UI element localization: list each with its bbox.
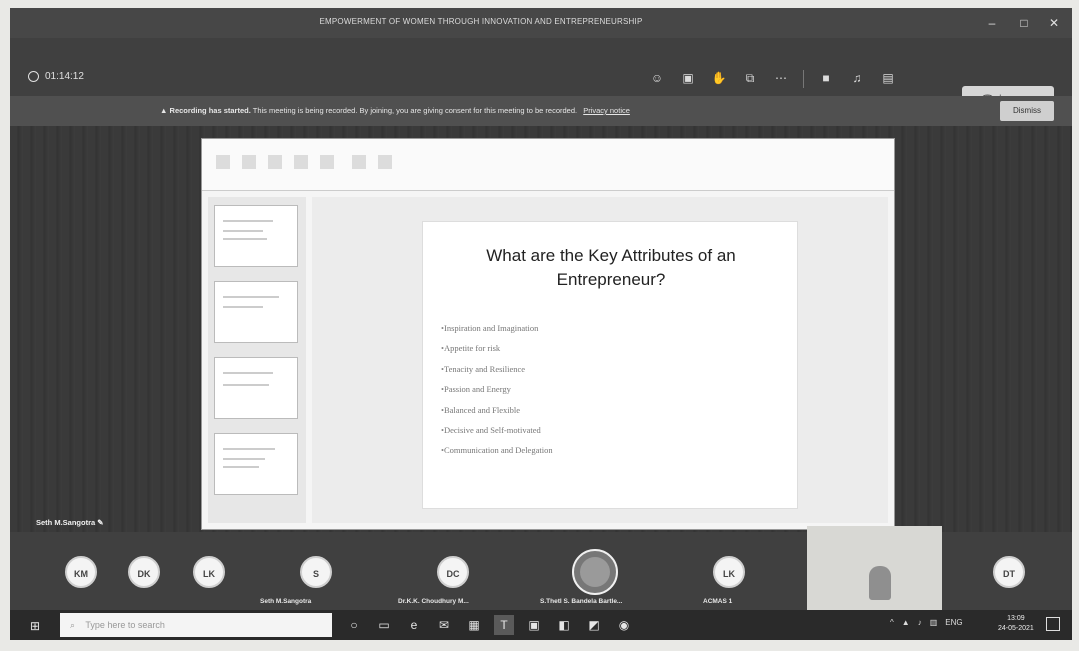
banner-title: Recording has started. <box>169 106 251 115</box>
network-icon[interactable]: ▲ <box>902 618 910 627</box>
bullet-item: Inspiration and Imagination <box>441 318 553 338</box>
meeting-timer: 01:14:12 <box>28 71 84 82</box>
mail-icon[interactable]: ✉ <box>434 615 454 635</box>
cortana-icon[interactable]: ○ <box>344 615 364 635</box>
lock-icon[interactable]: ▣ <box>524 615 544 635</box>
edge-icon[interactable]: e <box>404 615 424 635</box>
slide-title: What are the Key Attributes of an Entrep… <box>486 246 736 289</box>
chat-icon[interactable]: ▣ <box>679 70 697 86</box>
participant-avatar[interactable]: S <box>300 556 332 588</box>
minimize-button[interactable]: – <box>978 12 1006 34</box>
current-slide: What are the Key Attributes of an Entrep… <box>422 221 798 509</box>
title-bar: EMPOWERMENT OF WOMEN THROUGH INNOVATION … <box>10 8 1072 38</box>
presenter-name-text: Seth M.Sangotra <box>36 518 96 527</box>
slide-thumbnail[interactable] <box>214 281 298 343</box>
taskbar-clock[interactable]: 13:09 24-05-2021 <box>998 614 1034 634</box>
search-placeholder: Type here to search <box>85 620 165 630</box>
participant-avatar[interactable]: LK <box>713 556 745 588</box>
toolbar-separator <box>803 70 804 88</box>
participant-avatar[interactable]: DT <box>993 556 1025 588</box>
participant-avatar[interactable]: KM <box>65 556 97 588</box>
participant-figure <box>869 566 891 600</box>
bullet-item: Appetite for risk <box>441 338 553 358</box>
explorer-icon[interactable]: ◩ <box>584 615 604 635</box>
ribbon-button-icon <box>378 155 392 169</box>
ribbon-button-icon <box>294 155 308 169</box>
maximize-button[interactable]: □ <box>1010 12 1038 34</box>
banner-text: This meeting is being recorded. By joini… <box>252 106 578 115</box>
banner-message: ▲ Recording has started. This meeting is… <box>160 106 630 115</box>
people-icon[interactable]: ☺ <box>648 70 666 86</box>
participant-name: Seth M.Sangotra <box>260 598 312 605</box>
office-icon[interactable]: ◧ <box>554 615 574 635</box>
participant-avatar[interactable]: DC <box>437 556 469 588</box>
system-tray: ^ ▲ ♪ ▥ ENG <box>890 618 963 627</box>
mic-icon[interactable]: ♫ <box>848 70 866 86</box>
slide-thumbnail[interactable] <box>214 205 298 267</box>
meeting-toolbar: 01:14:12 ☺ ▣ ✋ ⧉ ⋯ ■ ♫ ▤ ☎ Leave ▾ <box>10 38 1072 110</box>
presenter-name: Seth M.Sangotra ✎ <box>36 518 104 527</box>
close-button[interactable]: ✕ <box>1040 12 1068 34</box>
ribbon-button-icon <box>268 155 282 169</box>
bullet-item: Passion and Energy <box>441 379 553 399</box>
taskbar-apps: ○ ▭ e ✉ ▦ T ▣ ◧ ◩ ◉ <box>344 615 634 635</box>
breakout-icon[interactable]: ⧉ <box>741 70 759 86</box>
chevron-up-icon[interactable]: ^ <box>890 618 894 627</box>
taskbar-date: 24-05-2021 <box>998 625 1034 632</box>
clock-icon <box>28 71 39 82</box>
raise-hand-icon[interactable]: ✋ <box>710 70 728 86</box>
slide-thumbnail[interactable] <box>214 433 298 495</box>
participant-name: S.Thetl S. Bandela Bartle... <box>540 598 623 605</box>
slide-bullets: Inspiration and Imagination Appetite for… <box>441 318 553 461</box>
privacy-notice-link[interactable]: Privacy notice <box>583 106 630 115</box>
timer-text: 01:14:12 <box>45 71 84 82</box>
ribbon-button-icon <box>242 155 256 169</box>
keyboard-icon[interactable]: ▥ <box>930 618 938 627</box>
participant-video[interactable] <box>807 526 942 612</box>
camera-icon[interactable]: ■ <box>817 70 835 86</box>
taskbar-time: 13:09 <box>1007 615 1025 622</box>
mic-icon: ✎ <box>97 518 104 527</box>
bullet-item: Balanced and Flexible <box>441 400 553 420</box>
windows-start-icon[interactable]: ⊞ <box>30 619 44 633</box>
bullet-item: Decisive and Self-motivated <box>441 420 553 440</box>
taskbar-search[interactable]: ⌕ Type here to search <box>60 613 332 637</box>
participant-avatar-photo[interactable] <box>572 549 618 595</box>
teams-icon[interactable]: T <box>494 615 514 635</box>
slide-thumbnail[interactable] <box>214 357 298 419</box>
participant-name: Dr.K.K. Choudhury M... <box>398 598 469 605</box>
slide-thumbnails <box>208 197 306 523</box>
ribbon-button-icon <box>352 155 366 169</box>
language-indicator[interactable]: ENG <box>945 618 962 627</box>
more-icon[interactable]: ⋯ <box>772 70 790 86</box>
windows-taskbar: ⊞ ⌕ Type here to search ○ ▭ e ✉ ▦ T ▣ ◧ … <box>10 610 1072 640</box>
ribbon-button-icon <box>320 155 334 169</box>
teams-meeting-window: EMPOWERMENT OF WOMEN THROUGH INNOVATION … <box>10 8 1072 640</box>
bullet-item: Communication and Delegation <box>441 440 553 460</box>
participant-avatar[interactable]: LK <box>193 556 225 588</box>
recording-banner: ▲ Recording has started. This meeting is… <box>10 96 1072 126</box>
ribbon-button-icon <box>216 155 230 169</box>
action-center-icon[interactable] <box>1046 617 1060 631</box>
powerpoint-ribbon <box>202 139 894 191</box>
warning-icon: ▲ <box>160 106 168 115</box>
store-icon[interactable]: ▦ <box>464 615 484 635</box>
participant-name: ACMAS 1 <box>703 598 733 605</box>
volume-icon[interactable]: ♪ <box>918 618 922 627</box>
toolbar-icons: ☺ ▣ ✋ ⧉ ⋯ ■ ♫ ▤ <box>648 70 897 88</box>
bullet-item: Tenacity and Resilience <box>441 359 553 379</box>
task-view-icon[interactable]: ▭ <box>374 615 394 635</box>
screen-share: What are the Key Attributes of an Entrep… <box>201 138 895 530</box>
window-title: EMPOWERMENT OF WOMEN THROUGH INNOVATION … <box>319 17 643 26</box>
share-icon[interactable]: ▤ <box>879 70 897 86</box>
participant-avatar[interactable]: DK <box>128 556 160 588</box>
search-icon: ⌕ <box>70 620 76 630</box>
dismiss-button[interactable]: Dismiss <box>1000 101 1054 121</box>
chrome-icon[interactable]: ◉ <box>614 615 634 635</box>
